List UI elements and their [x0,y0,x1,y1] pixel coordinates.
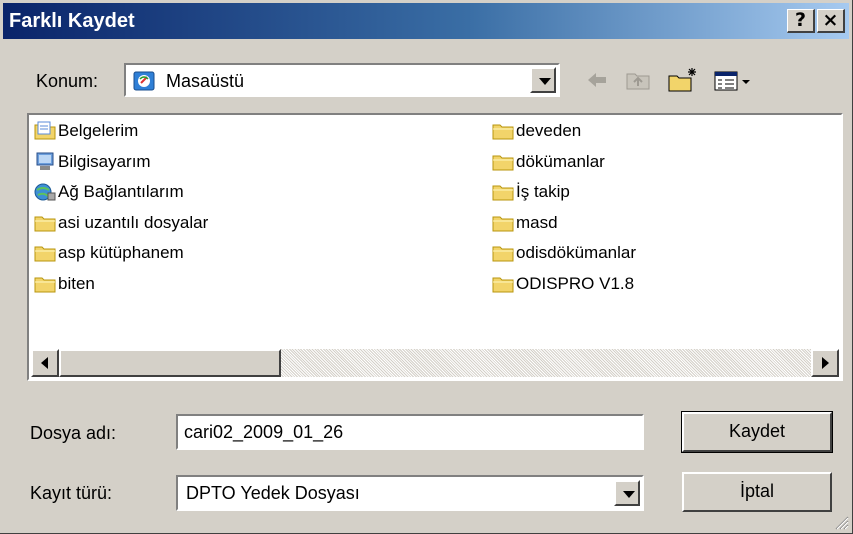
close-button[interactable]: × [817,9,845,33]
file-item-label: odisdökümanlar [516,243,637,262]
file-item-label: ODISPRO V1.8 [516,273,635,293]
location-dropdown-button[interactable] [530,67,556,93]
filetype-combo[interactable]: DPTO Yedek Dosyası [176,475,644,511]
folder-icon [492,121,514,141]
filetype-label: Kayıt türü: [30,483,113,503]
file-item-label: İş takip [516,182,570,201]
network-icon [34,182,56,202]
file-item[interactable]: asp kütüphanem [34,241,184,265]
help-button[interactable]: ? [787,9,815,33]
file-item[interactable]: ODISPRO V1.8 [492,272,634,296]
scroll-right-button[interactable] [811,349,839,377]
view-menu-button[interactable] [712,66,754,94]
chevron-down-icon [623,491,635,498]
folder-icon [34,274,56,294]
file-item-label: Ağ Bağlantılarım [58,182,184,201]
file-item[interactable]: Belgelerim [34,119,138,143]
cancel-button[interactable]: İptal [682,472,832,512]
filename-field[interactable] [176,414,644,450]
file-item-label: deveden [516,121,582,140]
file-item[interactable]: İş takip [492,180,570,204]
folder-icon [34,213,56,233]
folder-icon [34,243,56,263]
new-folder-button[interactable] [666,66,700,94]
my-documents-icon [34,121,56,141]
chevron-down-icon [539,78,551,85]
file-item[interactable]: Bilgisayarım [34,150,151,174]
desktop-icon [132,69,156,98]
file-item-label: Belgelerim [58,121,139,140]
folder-icon [492,182,514,202]
file-item[interactable]: biten [34,272,95,296]
scroll-left-button[interactable] [31,349,59,377]
view-menu-icon [714,71,750,91]
file-item[interactable]: Ağ Bağlantılarım [34,180,184,204]
new-folder-icon [668,68,696,92]
file-item[interactable]: odisdökümanlar [492,241,636,265]
folder-icon [492,243,514,263]
back-button[interactable] [582,66,612,94]
file-item-label: asi uzantılı dosyalar [58,212,209,232]
file-item[interactable]: asi uzantılı dosyalar [34,211,208,235]
my-computer-icon [34,152,56,172]
file-list[interactable]: Belgelerim Bilgisayarım Ağ Bağlantılarım as… [27,113,843,381]
filename-input[interactable] [178,416,642,448]
resize-grip-icon[interactable] [833,514,849,530]
up-folder-button[interactable] [624,66,654,94]
save-button[interactable]: Kaydet [681,411,833,453]
folder-icon [492,213,514,233]
file-item-label: asp kütüphanem [58,243,184,262]
chevron-left-icon [41,357,48,369]
location-value: Masaüstü [166,71,245,91]
file-item[interactable]: deveden [492,119,581,143]
file-item[interactable]: masd [492,211,558,235]
filetype-dropdown-button[interactable] [614,480,640,506]
filetype-value: DPTO Yedek Dosyası [186,483,360,503]
folder-icon [492,152,514,172]
file-item-label: biten [58,273,95,293]
file-item[interactable]: dökümanlar [492,150,605,174]
filename-label: Dosya adı: [30,423,117,443]
horizontal-scrollbar[interactable] [31,349,839,377]
file-item-label: dökümanlar [516,151,605,171]
chevron-right-icon [822,357,829,369]
up-folder-icon [626,73,650,90]
folder-icon [492,274,514,294]
scroll-thumb[interactable] [59,349,281,377]
location-label: Konum: [36,71,99,91]
location-combo[interactable]: Masaüstü [124,63,560,97]
file-item-label: masd [516,212,558,232]
save-as-dialog: Farklı Kaydet ? × Konum: Masaüstü Belgel… [0,0,853,534]
back-arrow-icon [588,73,606,87]
window-title: Farklı Kaydet [9,10,135,32]
title-bar[interactable]: Farklı Kaydet ? × [3,3,849,39]
file-item-label: Bilgisayarım [58,151,151,171]
